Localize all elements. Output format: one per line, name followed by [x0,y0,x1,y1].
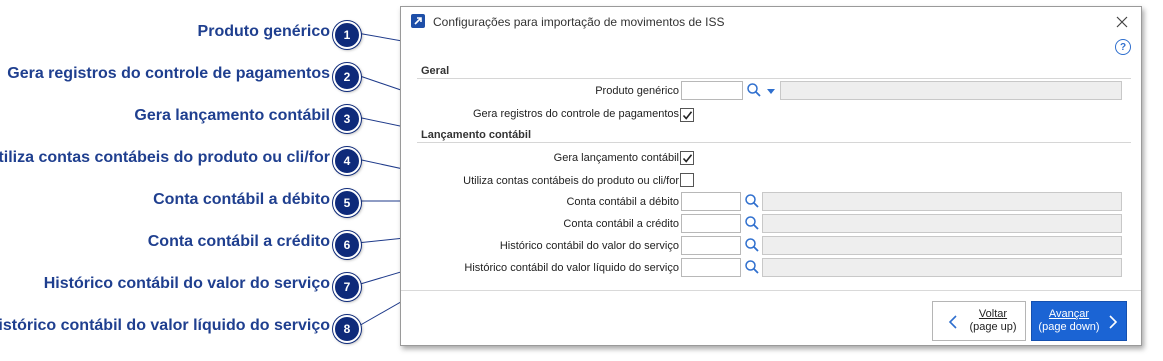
conta-credito-input[interactable] [681,214,741,233]
search-icon[interactable] [744,237,760,253]
next-button-line1: Avançar [1048,308,1090,320]
callout-badge-6: 6 [333,231,361,259]
chevron-left-icon [948,315,957,329]
utiliza-contas-label: Utiliza contas contábeis do produto ou c… [463,175,679,187]
callout-badge-5: 5 [333,189,361,217]
hist-valor-servico-description [762,236,1122,255]
section-lancamento-contabil: Lançamento contábil [421,129,532,141]
callout-label-3: Gera lançamento contábil [134,107,330,124]
conta-debito-label: Conta contábil a débito [566,196,679,208]
gera-lancamento-checkbox[interactable] [680,151,694,165]
callout-badge-2: 2 [333,63,361,91]
callout-label-7: Histórico contábil do valor do serviço [43,275,330,292]
hist-valor-servico-label: Histórico contábil do valor do serviço [499,240,679,252]
section-divider [417,142,1131,143]
callout-badge-7: 7 [333,273,361,301]
gera-registros-checkbox[interactable] [680,108,694,122]
callout-label-5: Conta contábil a débito [153,191,330,208]
hist-valor-liquido-description [762,258,1122,277]
callout-badge-1: 1 [333,21,361,49]
dropdown-arrow-icon[interactable] [766,86,776,96]
utiliza-contas-checkbox[interactable] [680,173,694,187]
conta-debito-input[interactable] [681,192,741,211]
conta-credito-description [762,214,1122,233]
next-button-label: Avançar (page down) [1036,308,1102,334]
callout-badge-4: 4 [333,147,361,175]
back-button[interactable]: Voltar (page up) [932,301,1026,341]
callout-label-4: Utiliza contas contábeis do produto ou c… [0,149,330,166]
checkmark-icon [682,110,692,120]
callout-badge-8: 8 [333,315,361,343]
dialog-titlebar: Configurações para importação de movimen… [401,7,1141,37]
iss-import-dialog: Configurações para importação de movimen… [400,6,1142,346]
search-icon[interactable] [744,193,760,209]
callout-badge-3: 3 [333,105,361,133]
callout-label-1: Produto genérico [197,23,330,40]
next-button[interactable]: Avançar (page down) [1031,301,1127,341]
callout-label-6: Conta contábil a crédito [147,233,330,250]
back-button-label: Voltar (page up) [963,308,1023,334]
callout-label-8: Histórico contábil do valor líquido do s… [0,317,330,334]
checkmark-icon [682,153,692,163]
section-divider [417,78,1131,79]
produto-generico-label: Produto genérico [595,85,679,97]
conta-credito-label: Conta contábil a crédito [563,218,679,230]
produto-generico-input[interactable] [681,81,743,100]
callout-label-2: Gera registros do controle de pagamentos [7,65,330,82]
chevron-right-icon [1109,315,1118,329]
next-button-line2: (page down) [1038,321,1100,333]
back-button-line1: Voltar [978,308,1008,320]
produto-generico-description [780,81,1122,100]
search-icon[interactable] [744,259,760,275]
section-geral: Geral [421,65,450,77]
help-icon[interactable]: ? [1115,39,1131,55]
dialog-title: Configurações para importação de movimen… [433,15,725,29]
close-button[interactable] [1111,11,1133,33]
footer-divider [401,290,1141,291]
app-icon [411,14,425,28]
hist-valor-servico-input[interactable] [681,236,741,255]
gera-registros-label: Gera registros do controle de pagamentos [472,108,679,120]
close-icon [1116,16,1128,28]
hist-valor-liquido-label: Histórico contábil do valor líquido do s… [464,262,679,274]
search-icon[interactable] [746,82,762,98]
search-icon[interactable] [744,215,760,231]
conta-debito-description [762,192,1122,211]
gera-lancamento-label: Gera lançamento contábil [553,152,679,164]
back-button-line2: (page up) [969,321,1017,333]
hist-valor-liquido-input[interactable] [681,258,741,277]
